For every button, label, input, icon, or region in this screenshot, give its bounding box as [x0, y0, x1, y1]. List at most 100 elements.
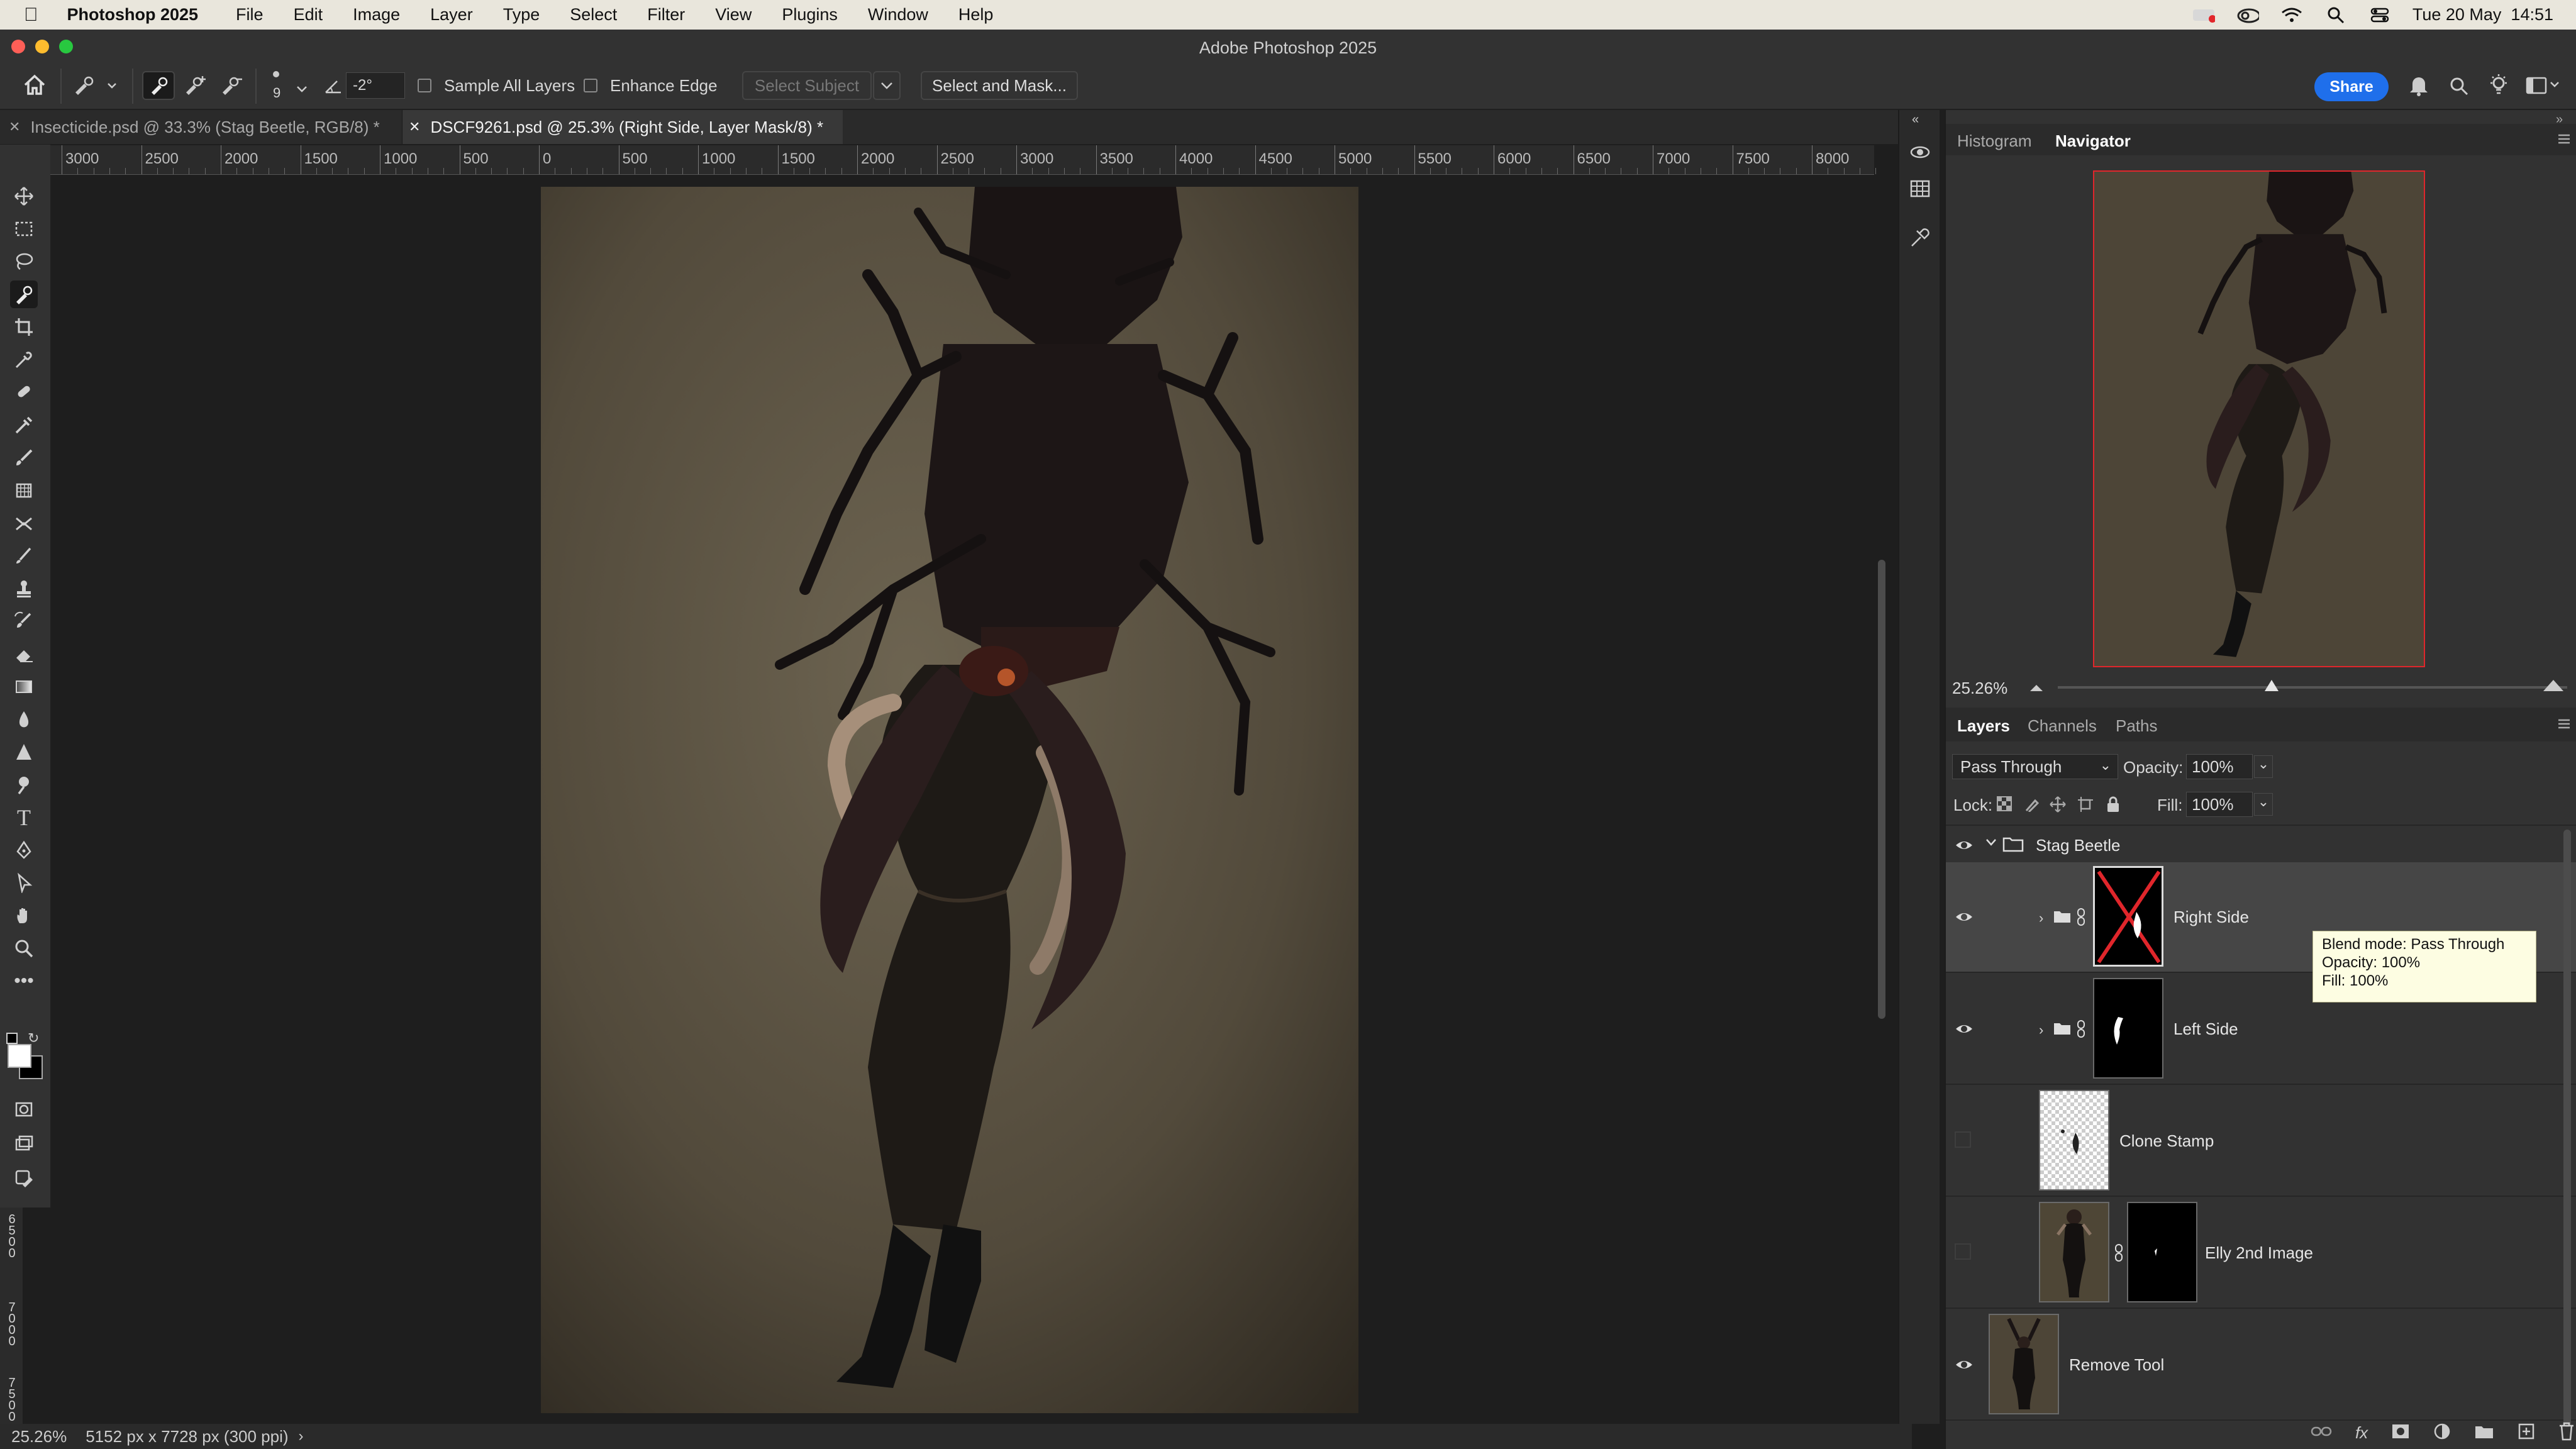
menu-file[interactable]: File: [236, 5, 264, 25]
menu-select[interactable]: Select: [570, 5, 617, 25]
layer-name[interactable]: Right Side: [2174, 908, 2249, 927]
gradient-tool-icon[interactable]: [10, 673, 38, 701]
layer-clone-stamp[interactable]: Clone Stamp: [1946, 1086, 2576, 1197]
tab-channels[interactable]: Channels: [2028, 716, 2097, 736]
lock-image-pixels-icon[interactable]: [2024, 796, 2040, 815]
brush-size-dot-icon[interactable]: [273, 71, 279, 77]
add-to-selection-brush-icon[interactable]: [184, 75, 209, 102]
spot-healing-brush-icon[interactable]: [10, 379, 38, 406]
tools-settings-panel-icon[interactable]: [1909, 227, 1931, 248]
remove-tool-icon[interactable]: [10, 411, 38, 439]
layer-name[interactable]: Stag Beetle: [2036, 836, 2120, 855]
default-colors-icon[interactable]: [6, 1033, 18, 1044]
visibility-eye-icon[interactable]: [1955, 1355, 1974, 1374]
notifications-bell-icon[interactable]: [2409, 74, 2429, 101]
blend-mode-select[interactable]: Pass Through ⌄: [1952, 754, 2118, 779]
control-center-icon[interactable]: [2368, 7, 2391, 23]
select-subject-dropdown[interactable]: [873, 71, 901, 100]
lock-transparent-pixels-icon[interactable]: [1996, 796, 2012, 815]
zoom-in-mountain-icon[interactable]: [2542, 677, 2565, 697]
layer-remove-tool[interactable]: Remove Tool: [1946, 1310, 2576, 1421]
visibility-eye-icon[interactable]: [1955, 1019, 1974, 1038]
hand-tool-icon[interactable]: [10, 902, 38, 930]
zoom-tool-icon[interactable]: [10, 935, 38, 962]
tool-preset-picker-icon[interactable]: [73, 75, 117, 102]
add-layer-mask-icon[interactable]: [2391, 1423, 2410, 1443]
menu-image[interactable]: Image: [353, 5, 400, 25]
sharpen-tool-icon[interactable]: [10, 738, 38, 766]
visibility-eye-icon[interactable]: [1955, 908, 1974, 926]
menu-edit[interactable]: Edit: [294, 5, 323, 25]
menu-plugins[interactable]: Plugins: [782, 5, 838, 25]
edit-toolbar-icon[interactable]: [10, 1165, 38, 1192]
move-tool-icon[interactable]: [10, 182, 38, 210]
visibility-toggle-empty[interactable]: [1955, 1243, 1971, 1260]
quick-selection-tool-icon[interactable]: [10, 280, 38, 308]
collapse-dock-icon[interactable]: «: [1912, 113, 1933, 134]
layer-name[interactable]: Elly 2nd Image: [2205, 1243, 2313, 1263]
more-tools-icon[interactable]: •••: [10, 967, 38, 995]
tab-histogram[interactable]: Histogram: [1957, 131, 2031, 151]
chevron-right-icon[interactable]: ›: [299, 1428, 304, 1445]
layer-name[interactable]: Remove Tool: [2069, 1355, 2164, 1375]
group-collapse-chevron-icon[interactable]: [1985, 836, 1997, 852]
layer-mask-thumbnail[interactable]: [2127, 1202, 2197, 1302]
layer-name[interactable]: Left Side: [2174, 1019, 2238, 1039]
navigator-thumbnail[interactable]: [2093, 170, 2425, 667]
screen-recording-icon[interactable]: [2192, 7, 2215, 23]
tab-layers[interactable]: Layers: [1957, 716, 2010, 736]
menu-layer[interactable]: Layer: [430, 5, 473, 25]
eyedropper-tool-icon[interactable]: [10, 346, 38, 374]
zoom-out-mountain-icon[interactable]: [2029, 681, 2044, 697]
search-icon[interactable]: [2449, 76, 2469, 101]
expand-layer-chevron-icon[interactable]: ›: [2039, 1022, 2043, 1038]
mask-link-chain-icon[interactable]: [2077, 908, 2085, 931]
layer-effects-fx-icon[interactable]: fx: [2355, 1423, 2368, 1443]
mask-link-chain-icon[interactable]: [2114, 1243, 2123, 1267]
blur-tool-icon[interactable]: [10, 706, 38, 733]
subtract-from-selection-brush-icon[interactable]: [220, 75, 245, 102]
lock-position-icon[interactable]: [2049, 796, 2067, 816]
fill-dropdown-icon[interactable]: ⌄: [2254, 793, 2273, 816]
fill-input[interactable]: 100%: [2186, 792, 2253, 817]
sample-all-layers-checkbox[interactable]: [418, 79, 431, 92]
marquee-tool-icon[interactable]: [10, 215, 38, 243]
lock-all-icon[interactable]: [2106, 796, 2121, 816]
wifi-icon[interactable]: [2280, 7, 2303, 23]
navigator-zoom-value[interactable]: 25.26%: [1952, 679, 2007, 698]
enhance-edge-checkbox[interactable]: [584, 79, 597, 92]
panel-menu-icon[interactable]: [2557, 718, 2571, 733]
brush-size-dropdown-icon[interactable]: [296, 79, 308, 98]
path-selection-tool-icon[interactable]: [10, 869, 38, 897]
delete-layer-trash-icon[interactable]: [2558, 1422, 2575, 1444]
menu-help[interactable]: Help: [958, 5, 994, 25]
close-tab-icon[interactable]: ✕: [9, 119, 20, 135]
layer-thumbnail[interactable]: [2039, 1202, 2109, 1302]
status-zoom[interactable]: 25.26%: [11, 1427, 67, 1446]
eraser-tool-icon[interactable]: [10, 640, 38, 668]
3d-panel-icon[interactable]: [1909, 142, 1931, 163]
menu-app-name[interactable]: Photoshop 2025: [67, 5, 199, 25]
new-group-folder-icon[interactable]: [2474, 1423, 2494, 1443]
menu-clock[interactable]: Tue 20 May 14:51: [2412, 5, 2553, 25]
new-layer-icon[interactable]: [2518, 1423, 2535, 1443]
link-layers-icon[interactable]: [2311, 1425, 2332, 1441]
history-brush-icon[interactable]: [10, 477, 38, 504]
navigator-view-frame[interactable]: [2093, 170, 2425, 667]
creative-cloud-icon[interactable]: [2236, 7, 2259, 23]
lasso-tool-icon[interactable]: [10, 248, 38, 275]
layer-name[interactable]: Clone Stamp: [2119, 1131, 2214, 1151]
visibility-toggle-empty[interactable]: [1955, 1131, 1971, 1148]
navigator-zoom-slider[interactable]: [2058, 680, 2567, 691]
type-tool-icon[interactable]: T: [10, 804, 38, 831]
vertical-scrollbar-thumb[interactable]: [1878, 560, 1885, 1019]
layer-group-stag-beetle[interactable]: Stag Beetle: [1946, 827, 2562, 863]
screen-mode-icon[interactable]: [10, 1130, 38, 1157]
layer-mask-thumbnail[interactable]: [2093, 866, 2163, 967]
close-tab-icon[interactable]: ✕: [409, 119, 420, 135]
new-selection-brush-icon[interactable]: [142, 71, 175, 100]
mixer-brush-icon[interactable]: [10, 509, 38, 537]
select-and-mask-button[interactable]: Select and Mask...: [921, 71, 1078, 100]
mask-link-chain-icon[interactable]: [2077, 1019, 2085, 1043]
menu-type[interactable]: Type: [503, 5, 540, 25]
